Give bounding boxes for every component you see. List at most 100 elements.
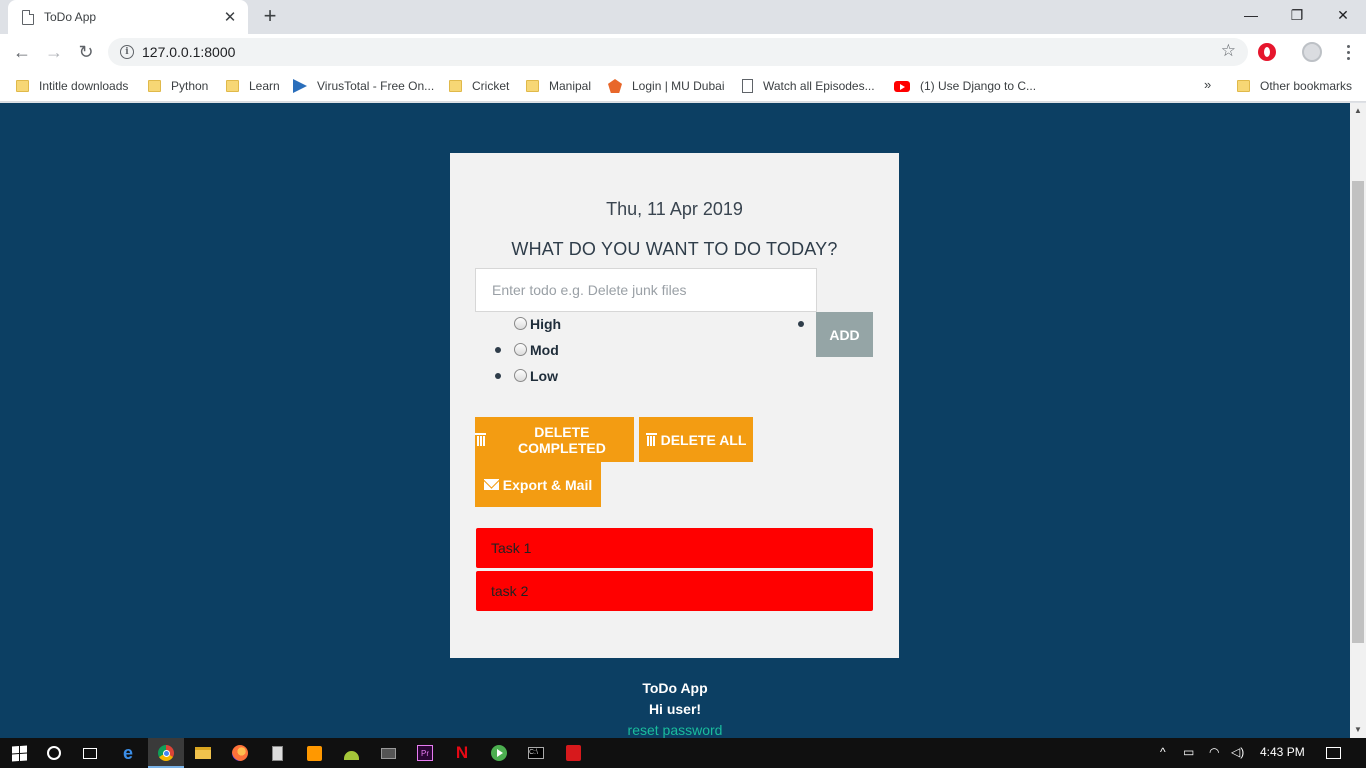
reset-password-link[interactable]: reset password [628, 722, 723, 738]
android-studio-icon[interactable] [341, 743, 361, 763]
sublime-icon[interactable] [304, 743, 324, 763]
trash-icon [475, 433, 486, 446]
bookmark-item[interactable]: Intitle downloads [16, 77, 128, 95]
priority-label: High [530, 316, 562, 332]
close-tab-icon[interactable]: ✕ [222, 8, 238, 26]
virustotal-icon [293, 79, 307, 93]
radio-low[interactable] [514, 369, 527, 382]
tab-title: ToDo App [44, 10, 97, 24]
address-bar[interactable]: i 127.0.0.1:8000 ☆ [108, 38, 1248, 66]
current-date: Thu, 11 Apr 2019 [606, 199, 743, 219]
tab-strip: ToDo App ✕ + — ❐ ✕ [0, 0, 1366, 34]
opera-extension-icon[interactable] [1258, 43, 1276, 61]
terminal-window-icon[interactable] [378, 743, 398, 763]
list-bullet [495, 347, 501, 353]
task-text: Task 1 [491, 540, 532, 556]
wifi-icon[interactable]: ◠ [1209, 745, 1219, 759]
minimize-button[interactable]: — [1228, 0, 1274, 30]
youtube-icon [894, 80, 910, 92]
reload-icon[interactable]: ↻ [72, 38, 100, 66]
firefox-icon[interactable] [230, 743, 250, 763]
volume-icon[interactable]: ◁) [1231, 745, 1244, 759]
mail-icon [483, 479, 499, 490]
priority-label: Mod [530, 342, 559, 358]
todo-input[interactable] [475, 268, 817, 312]
media-player-icon[interactable] [489, 743, 509, 763]
calculator-icon[interactable] [267, 743, 287, 763]
list-bullet [798, 321, 804, 327]
bookmark-label: Manipal [549, 79, 592, 93]
priority-label: Low [530, 368, 558, 384]
bookmark-label: Login | MU Dubai [632, 79, 725, 93]
page-body: Thu, 11 Apr 2019 WHAT DO YOU WANT TO DO … [0, 103, 1350, 738]
add-button[interactable]: ADD [816, 312, 873, 357]
radio-mod[interactable] [514, 343, 527, 356]
back-icon[interactable]: ← [8, 38, 36, 66]
edge-icon[interactable]: e [118, 743, 138, 763]
other-bookmarks[interactable]: Other bookmarks [1237, 77, 1352, 95]
page-title: WHAT DO YOU WANT TO DO TODAY? [511, 239, 838, 259]
task-item[interactable]: Task 1 [476, 528, 873, 568]
search-icon[interactable] [44, 743, 64, 763]
tray-expand-icon[interactable]: ^ [1160, 745, 1166, 759]
more-bookmarks-icon[interactable]: » [1204, 77, 1211, 92]
folder-icon [449, 80, 462, 92]
bookmark-label: VirusTotal - Free On... [317, 79, 435, 93]
bookmark-item[interactable]: Login | MU Dubai [608, 77, 725, 95]
button-label: DELETE ALL [660, 431, 747, 448]
restore-button[interactable]: ❐ [1274, 0, 1320, 30]
bookmark-item[interactable]: Watch all Episodes... [742, 77, 875, 95]
close-window-button[interactable]: ✕ [1320, 0, 1366, 30]
task-view-icon[interactable] [80, 743, 100, 763]
bookmark-item[interactable]: Cricket [449, 77, 509, 95]
bookmark-label: Learn [249, 79, 280, 93]
new-tab-button[interactable]: + [258, 4, 282, 28]
profile-avatar[interactable] [1302, 42, 1322, 62]
page-icon [742, 79, 753, 93]
task-item[interactable]: task 2 [476, 571, 873, 611]
acrobat-icon[interactable] [563, 743, 583, 763]
command-prompt-icon[interactable]: C:\ [526, 743, 546, 763]
notifications-icon[interactable] [1323, 743, 1343, 763]
export-mail-button[interactable]: Export & Mail [475, 462, 601, 507]
folder-icon [1237, 80, 1250, 92]
footer-app-name: ToDo App [642, 680, 708, 696]
windows-start-icon[interactable] [9, 743, 29, 763]
taskbar-clock[interactable]: 4:43 PM [1260, 745, 1305, 759]
bookmark-item[interactable]: Learn [226, 77, 280, 95]
battery-icon[interactable]: ▭ [1183, 745, 1194, 759]
scroll-down-icon[interactable]: ▼ [1354, 725, 1362, 734]
bookmark-item[interactable]: Manipal [526, 77, 591, 95]
bookmark-item[interactable]: Python [148, 77, 208, 95]
page-scrollbar[interactable]: ▲ ▼ [1350, 103, 1366, 738]
scrollbar-thumb[interactable] [1352, 181, 1364, 643]
footer-greeting: Hi user! [648, 701, 702, 717]
delete-all-button[interactable]: DELETE ALL [639, 417, 753, 462]
trash-icon [645, 433, 657, 446]
info-icon[interactable]: i [120, 45, 134, 59]
page-icon [22, 9, 34, 25]
bookmark-item[interactable]: VirusTotal - Free On... [293, 77, 434, 95]
radio-high[interactable] [514, 317, 527, 330]
chrome-icon[interactable] [156, 743, 176, 763]
folder-icon [148, 80, 161, 92]
bookmark-star-icon[interactable]: ☆ [1221, 41, 1236, 61]
netflix-icon[interactable]: N [452, 743, 472, 763]
premiere-icon[interactable]: Pr [415, 743, 435, 763]
bookmark-label: Intitle downloads [39, 79, 129, 93]
forward-icon[interactable]: → [40, 38, 68, 66]
scroll-up-icon[interactable]: ▲ [1354, 106, 1362, 115]
file-explorer-icon[interactable] [193, 743, 213, 763]
bookmark-item[interactable]: (1) Use Django to C... [894, 77, 1036, 95]
delete-completed-button[interactable]: DELETE COMPLETED [475, 417, 634, 462]
browser-tab[interactable]: ToDo App ✕ [8, 0, 248, 34]
url-text: 127.0.0.1:8000 [142, 44, 236, 60]
task-text: task 2 [491, 583, 529, 599]
kebab-menu-icon[interactable] [1338, 42, 1358, 62]
browser-toolbar: ← → ↻ i 127.0.0.1:8000 ☆ [0, 34, 1366, 70]
folder-icon [526, 80, 539, 92]
mu-icon [608, 79, 622, 93]
todo-card: Thu, 11 Apr 2019 WHAT DO YOU WANT TO DO … [450, 153, 899, 658]
bookmark-label: Python [171, 79, 209, 93]
folder-icon [226, 80, 239, 92]
